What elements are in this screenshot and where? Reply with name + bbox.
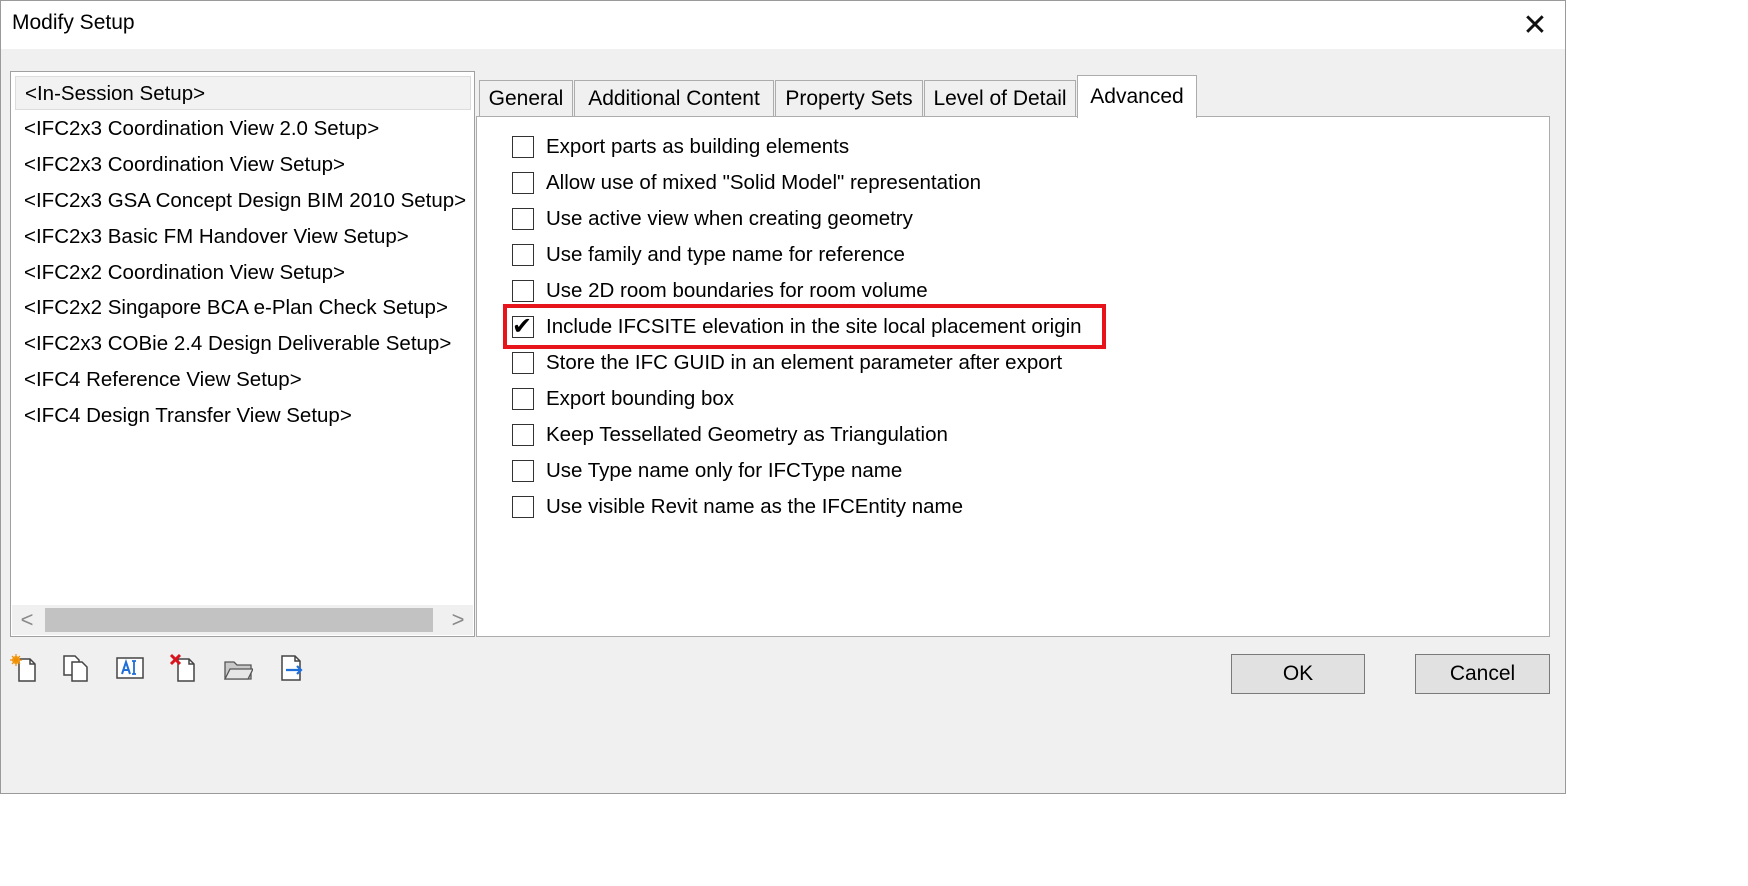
option-2d-room-boundaries[interactable]: Use 2D room boundaries for room volume xyxy=(512,276,928,306)
scroll-right-icon[interactable]: > xyxy=(443,605,473,635)
checkbox[interactable] xyxy=(512,280,534,302)
option-visible-revit-name[interactable]: Use visible Revit name as the IFCEntity … xyxy=(512,492,963,522)
setup-item-ifc4-dtv[interactable]: <IFC4 Design Transfer View Setup> xyxy=(15,399,471,433)
tab-general[interactable]: General xyxy=(479,80,573,116)
checkbox[interactable] xyxy=(512,352,534,374)
setup-item-ifc2x3-cobie[interactable]: <IFC2x3 COBie 2.4 Design Deliverable Set… xyxy=(15,327,471,361)
scroll-left-icon[interactable]: < xyxy=(12,605,42,635)
title-bar: Modify Setup ✕ xyxy=(1,1,1565,49)
checkbox[interactable] xyxy=(512,496,534,518)
setup-item-ifc2x2-cv[interactable]: <IFC2x2 Coordination View Setup> xyxy=(15,256,471,290)
ok-button[interactable]: OK xyxy=(1231,654,1365,694)
import-setup-icon[interactable] xyxy=(223,653,255,683)
checkbox[interactable] xyxy=(512,424,534,446)
option-tessellated-triangulation[interactable]: Keep Tessellated Geometry as Triangulati… xyxy=(512,420,948,450)
option-active-view-geometry[interactable]: Use active view when creating geometry xyxy=(512,204,913,234)
scrollbar-thumb[interactable] xyxy=(45,608,433,632)
checkbox[interactable] xyxy=(512,208,534,230)
duplicate-setup-icon[interactable] xyxy=(61,653,91,683)
setup-item-ifc4-rv[interactable]: <IFC4 Reference View Setup> xyxy=(15,363,471,397)
option-label: Keep Tessellated Geometry as Triangulati… xyxy=(546,423,948,446)
setup-item-ifc2x2-bca[interactable]: <IFC2x2 Singapore BCA e-Plan Check Setup… xyxy=(15,291,471,325)
new-setup-icon[interactable] xyxy=(10,653,40,683)
option-family-type-reference[interactable]: Use family and type name for reference xyxy=(512,240,905,270)
option-mixed-solid-model[interactable]: Allow use of mixed "Solid Model" represe… xyxy=(512,168,981,198)
setup-item-ifc2x3-cv[interactable]: <IFC2x3 Coordination View Setup> xyxy=(15,148,471,182)
option-label: Store the IFC GUID in an element paramet… xyxy=(546,351,1063,374)
tab-property-sets[interactable]: Property Sets xyxy=(775,80,923,116)
option-label: Use active view when creating geometry xyxy=(546,207,913,230)
checkmark-icon: ✔ xyxy=(512,313,533,340)
setup-list[interactable]: <In-Session Setup> <IFC2x3 Coordination … xyxy=(10,71,475,637)
option-store-ifc-guid[interactable]: Store the IFC GUID in an element paramet… xyxy=(512,348,1062,378)
tab-level-of-detail[interactable]: Level of Detail xyxy=(924,80,1076,116)
advanced-tab-panel: Export parts as building elements Allow … xyxy=(476,116,1550,637)
tab-advanced[interactable]: Advanced xyxy=(1077,75,1197,118)
option-label: Allow use of mixed "Solid Model" represe… xyxy=(546,171,982,194)
checkbox[interactable] xyxy=(512,388,534,410)
modify-setup-dialog: Modify Setup ✕ <In-Session Setup> <IFC2x… xyxy=(0,0,1566,794)
checkbox-checked[interactable]: ✔ xyxy=(512,313,534,340)
option-label: Use 2D room boundaries for room volume xyxy=(546,279,928,302)
cancel-button[interactable]: Cancel xyxy=(1415,654,1550,694)
option-export-parts[interactable]: Export parts as building elements xyxy=(512,132,849,162)
option-export-bounding-box[interactable]: Export bounding box xyxy=(512,384,734,414)
setup-item-ifc2x3-cv2[interactable]: <IFC2x3 Coordination View 2.0 Setup> xyxy=(15,112,471,146)
setup-item-ifc2x3-gsa[interactable]: <IFC2x3 GSA Concept Design BIM 2010 Setu… xyxy=(15,184,471,218)
option-label: Export parts as building elements xyxy=(546,135,850,158)
option-label: Export bounding box xyxy=(546,387,735,410)
option-label: Include IFCSITE elevation in the site lo… xyxy=(546,315,1082,338)
close-button[interactable]: ✕ xyxy=(1505,1,1565,49)
setup-item-in-session[interactable]: <In-Session Setup> xyxy=(15,76,471,110)
checkbox[interactable] xyxy=(512,172,534,194)
checkbox[interactable] xyxy=(512,136,534,158)
export-setup-icon[interactable] xyxy=(277,653,307,683)
rename-setup-icon[interactable] xyxy=(115,653,145,683)
close-icon: ✕ xyxy=(1522,8,1548,42)
tab-additional-content[interactable]: Additional Content xyxy=(574,80,774,116)
delete-setup-icon[interactable] xyxy=(169,653,199,683)
setup-item-ifc2x3-fm[interactable]: <IFC2x3 Basic FM Handover View Setup> xyxy=(15,220,471,254)
dialog-title: Modify Setup xyxy=(12,11,135,34)
option-label: Use Type name only for IFCType name xyxy=(546,459,903,482)
option-ifcsite-elevation[interactable]: ✔ Include IFCSITE elevation in the site … xyxy=(512,312,1082,342)
option-label: Use visible Revit name as the IFCEntity … xyxy=(546,495,963,518)
checkbox[interactable] xyxy=(512,460,534,482)
option-label: Use family and type name for reference xyxy=(546,243,905,266)
option-type-name-only[interactable]: Use Type name only for IFCType name xyxy=(512,456,902,486)
checkbox[interactable] xyxy=(512,244,534,266)
horizontal-scrollbar[interactable]: < > xyxy=(12,605,473,635)
